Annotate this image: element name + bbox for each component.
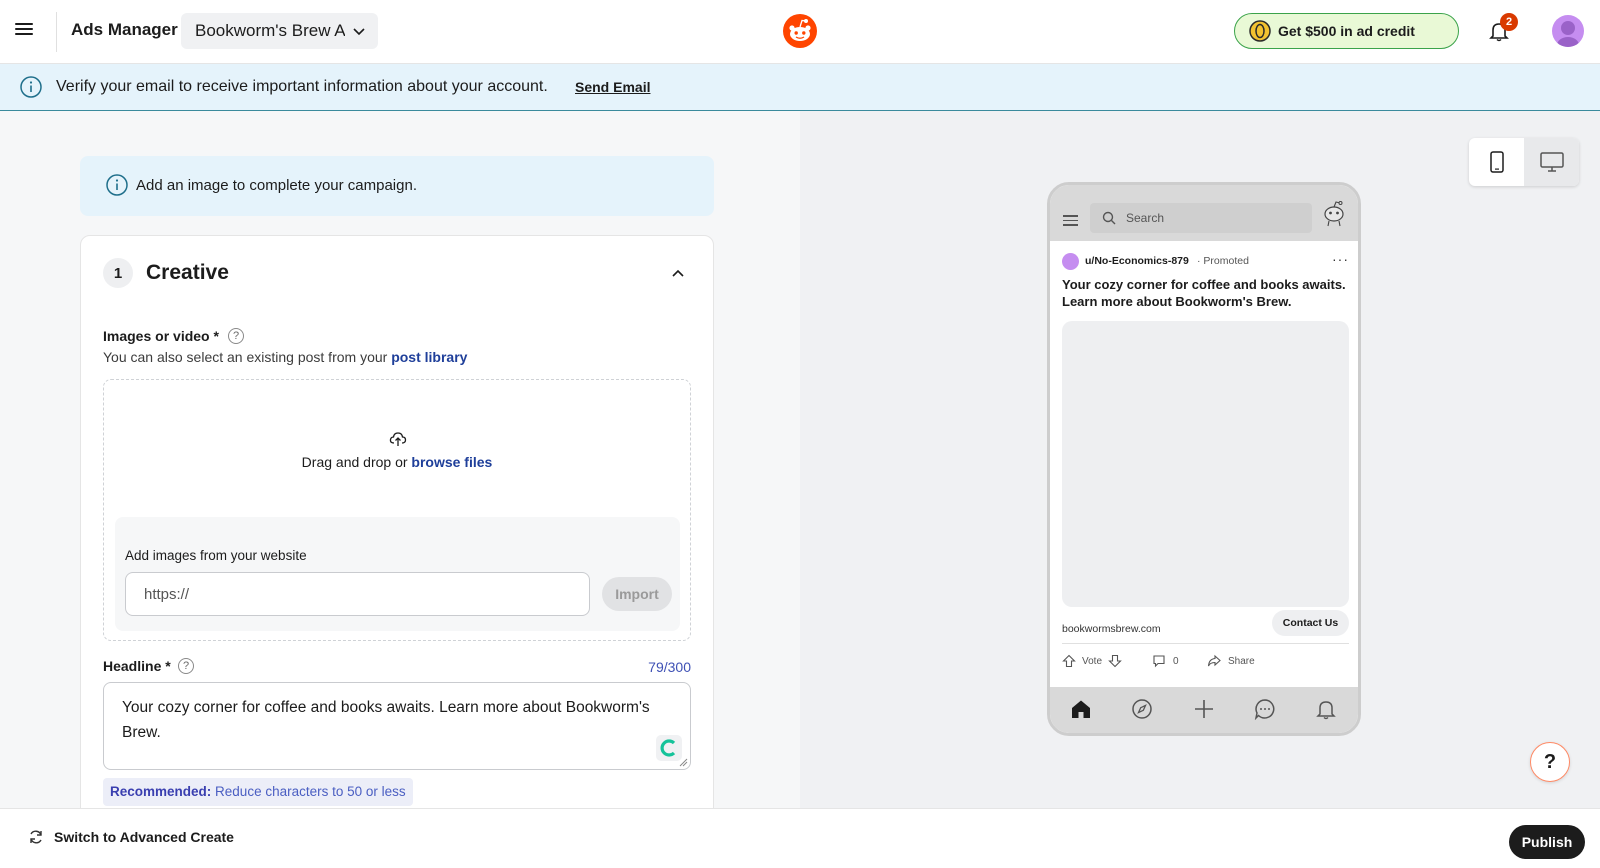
- mobile-preview-button[interactable]: [1469, 138, 1524, 186]
- post-library-hint: You can also select an existing post fro…: [103, 349, 467, 365]
- desktop-icon: [1539, 152, 1564, 172]
- divider: [56, 12, 57, 52]
- account-selector[interactable]: Bookworm's Brew Ads: [181, 13, 378, 49]
- help-icon[interactable]: ?: [178, 658, 194, 674]
- verify-email-banner: Verify your email to receive important i…: [0, 64, 1600, 111]
- website-url-input[interactable]: [125, 572, 590, 616]
- recommendation-hint: Recommended: Reduce characters to 50 or …: [103, 778, 413, 806]
- switch-advanced-button[interactable]: Switch to Advanced Create: [28, 829, 234, 845]
- publish-button[interactable]: Publish: [1509, 825, 1585, 859]
- upvote-icon: [1062, 654, 1076, 668]
- menu-icon[interactable]: [14, 20, 36, 42]
- media-dropzone[interactable]: Drag and drop or browse files Add images…: [103, 379, 691, 641]
- share-label: Share: [1228, 655, 1255, 667]
- menu-icon: [1063, 212, 1078, 229]
- refresh-icon: [30, 830, 42, 844]
- search-icon: [1102, 211, 1116, 225]
- editor-panel: Add an image to complete your campaign. …: [0, 111, 800, 808]
- bell-icon: [1316, 701, 1336, 720]
- recommendation-prefix: Recommended:: [110, 784, 212, 799]
- desktop-preview-button[interactable]: [1524, 138, 1579, 186]
- vote-control: Vote: [1062, 654, 1122, 668]
- info-icon: [106, 174, 128, 196]
- headline-field: Your cozy corner for coffee and books aw…: [103, 682, 691, 770]
- drop-text: Drag and drop or: [301, 454, 408, 470]
- app-title: Ads Manager: [71, 20, 178, 39]
- drop-instructions: Drag and drop or browse files: [104, 454, 690, 470]
- vote-label: Vote: [1082, 655, 1103, 667]
- device-toggle: [1469, 138, 1579, 186]
- home-icon: [1072, 700, 1090, 718]
- notification-badge: 2: [1500, 13, 1518, 31]
- help-button[interactable]: ?: [1530, 742, 1570, 782]
- notice-text: Add an image to complete your campaign.: [136, 177, 417, 194]
- post-title: Your cozy corner for coffee and books aw…: [1062, 277, 1346, 309]
- send-email-link[interactable]: Send Email: [575, 79, 650, 95]
- ad-credit-button[interactable]: Get $500 in ad credit: [1234, 13, 1459, 49]
- share-control: Share: [1207, 654, 1255, 668]
- preview-panel: Search u/No-Economics-879 · Promoted ···…: [800, 111, 1600, 808]
- divider: [1062, 643, 1349, 644]
- post-actions: Vote 0 Share: [1062, 654, 1349, 674]
- reddit-logo-icon[interactable]: [783, 14, 817, 48]
- info-icon: [20, 76, 42, 98]
- promoted-label: · Promoted: [1197, 255, 1249, 267]
- more-options-icon: ···: [1332, 251, 1349, 267]
- help-icon[interactable]: ?: [228, 328, 244, 344]
- chevron-down-icon: [353, 28, 365, 36]
- images-label: Images or video *: [103, 328, 219, 344]
- snoo-avatar-icon: [1324, 201, 1344, 227]
- avatar-icon: [1557, 21, 1579, 47]
- comments-control: 0: [1152, 654, 1179, 668]
- top-bar: Ads Manager Bookworm's Brew Ads Get $500…: [0, 0, 1600, 64]
- section-title: Creative: [146, 261, 229, 284]
- comment-count: 0: [1173, 655, 1179, 667]
- headline-char-count: 79/300: [648, 659, 691, 675]
- headline-label: Headline *: [103, 658, 171, 674]
- step-number: 1: [103, 258, 133, 288]
- hint-text: You can also select an existing post fro…: [103, 349, 388, 365]
- headline-input[interactable]: Your cozy corner for coffee and books aw…: [104, 683, 690, 769]
- chevron-up-icon[interactable]: [671, 266, 685, 280]
- post-domain: bookwormsbrew.com: [1062, 623, 1161, 635]
- share-icon: [1207, 654, 1221, 667]
- search-placeholder: Search: [1126, 211, 1165, 225]
- post-username: u/No-Economics-879: [1085, 255, 1189, 267]
- account-name: Bookworm's Brew Ads: [195, 21, 345, 40]
- chat-icon: [1254, 699, 1275, 720]
- recommendation-text: Reduce characters to 50 or less: [215, 784, 406, 799]
- preview-search: Search: [1090, 203, 1312, 233]
- plus-icon: [1195, 700, 1213, 718]
- coin-icon: [1249, 20, 1271, 42]
- ad-credit-label: Get $500 in ad credit: [1278, 23, 1415, 39]
- browse-files-link[interactable]: browse files: [411, 454, 492, 470]
- preview-bottom-nav: [1050, 687, 1358, 733]
- bottom-bar: Switch to Advanced Create Publish: [0, 808, 1600, 868]
- mobile-icon: [1489, 151, 1504, 173]
- image-required-notice: Add an image to complete your campaign.: [80, 156, 714, 216]
- cta-button: Contact Us: [1272, 610, 1349, 636]
- compass-icon: [1132, 699, 1152, 719]
- upload-icon: [389, 432, 407, 446]
- resize-handle-icon[interactable]: [679, 758, 688, 767]
- preview-header: Search: [1050, 185, 1358, 241]
- mobile-preview: Search u/No-Economics-879 · Promoted ···…: [1047, 182, 1361, 736]
- website-import-box: Add images from your website Import: [115, 517, 680, 631]
- comment-icon: [1153, 655, 1165, 668]
- creative-section: 1 Creative Images or video * ? You can a…: [80, 235, 714, 808]
- website-label: Add images from your website: [125, 548, 307, 563]
- post-library-link[interactable]: post library: [391, 349, 467, 365]
- post-avatar: [1062, 253, 1079, 270]
- downvote-icon: [1108, 654, 1122, 668]
- post-media-placeholder: [1062, 321, 1349, 607]
- switch-advanced-label: Switch to Advanced Create: [54, 829, 234, 845]
- verify-message: Verify your email to receive important i…: [56, 78, 548, 95]
- import-button[interactable]: Import: [602, 577, 672, 611]
- avatar[interactable]: [1552, 15, 1584, 47]
